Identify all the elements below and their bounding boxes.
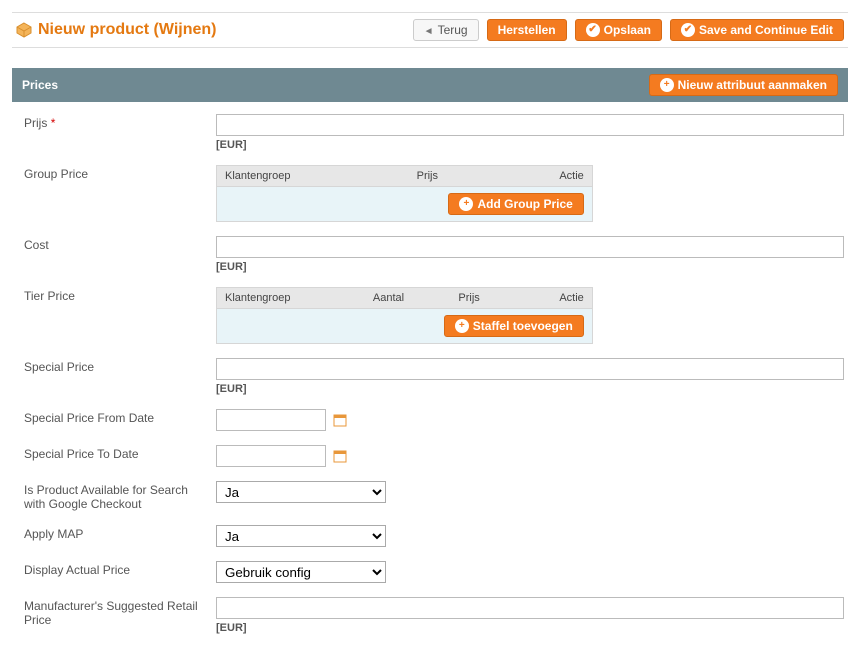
col-actie: Actie xyxy=(496,166,592,187)
col-klantengroep: Klantengroep xyxy=(217,166,409,187)
product-icon xyxy=(16,22,32,38)
label-msrp: Manufacturer's Suggested Retail Price xyxy=(16,597,216,627)
label-google-checkout: Is Product Available for Search with Goo… xyxy=(16,481,216,511)
currency-hint: [EUR] xyxy=(216,261,844,273)
label-tier-price: Tier Price xyxy=(16,287,216,303)
row-special-to: Special Price To Date xyxy=(16,445,844,467)
label-special-from: Special Price From Date xyxy=(16,409,216,425)
msrp-input[interactable] xyxy=(216,597,844,619)
row-apply-map: Apply MAP Ja xyxy=(16,525,844,547)
row-msrp: Manufacturer's Suggested Retail Price [E… xyxy=(16,597,844,634)
add-tier-price-button[interactable]: + Staffel toevoegen xyxy=(444,315,584,337)
calendar-icon[interactable] xyxy=(332,448,348,464)
check-icon: ✔ xyxy=(586,23,600,37)
col-klantengroep: Klantengroep xyxy=(217,288,365,309)
required-mark: * xyxy=(51,116,56,130)
header-buttons: Terug Herstellen ✔ Opslaan ✔ Save and Co… xyxy=(413,19,844,41)
add-tier-price-label: Staffel toevoegen xyxy=(473,319,573,333)
table-row: + Staffel toevoegen xyxy=(217,309,593,344)
row-cost: Cost [EUR] xyxy=(16,236,844,273)
save-button[interactable]: ✔ Opslaan xyxy=(575,19,662,41)
label-special-to: Special Price To Date xyxy=(16,445,216,461)
row-group-price: Group Price Klantengroep Prijs Actie + xyxy=(16,165,844,222)
special-price-input[interactable] xyxy=(216,358,844,380)
row-special-price: Special Price [EUR] xyxy=(16,358,844,395)
table-row: + Add Group Price xyxy=(217,187,593,222)
save-continue-button[interactable]: ✔ Save and Continue Edit xyxy=(670,19,844,41)
google-checkout-select[interactable]: Ja xyxy=(216,481,386,503)
new-attribute-button[interactable]: + Nieuw attribuut aanmaken xyxy=(649,74,838,96)
row-google-checkout: Is Product Available for Search with Goo… xyxy=(16,481,844,511)
group-price-table: Klantengroep Prijs Actie + Add Group Pri… xyxy=(216,165,593,222)
col-prijs: Prijs xyxy=(409,166,497,187)
page-title-block: Nieuw product (Wijnen) xyxy=(16,21,217,39)
page-header: Nieuw product (Wijnen) Terug Herstellen … xyxy=(12,12,848,48)
cost-input[interactable] xyxy=(216,236,844,258)
currency-hint: [EUR] xyxy=(216,622,844,634)
reset-button[interactable]: Herstellen xyxy=(487,19,567,41)
currency-hint: [EUR] xyxy=(216,383,844,395)
page-title: Nieuw product (Wijnen) xyxy=(38,21,217,39)
add-group-price-button[interactable]: + Add Group Price xyxy=(448,193,583,215)
plus-icon: + xyxy=(459,197,473,211)
row-display-actual: Display Actual Price Gebruik config xyxy=(16,561,844,583)
label-cost: Cost xyxy=(16,236,216,252)
form-area: Prijs * [EUR] Group Price Klantengroep P… xyxy=(12,102,848,652)
save-continue-button-label: Save and Continue Edit xyxy=(699,23,833,37)
apply-map-select[interactable]: Ja xyxy=(216,525,386,547)
label-group-price: Group Price xyxy=(16,165,216,181)
check-icon: ✔ xyxy=(681,23,695,37)
display-actual-select[interactable]: Gebruik config xyxy=(216,561,386,583)
label-special-price: Special Price xyxy=(16,358,216,374)
label-price: Prijs * xyxy=(16,114,216,130)
col-actie: Actie xyxy=(518,288,592,309)
plus-icon: + xyxy=(455,319,469,333)
section-title: Prices xyxy=(22,78,58,92)
back-button-label: Terug xyxy=(438,23,468,37)
new-attribute-label: Nieuw attribuut aanmaken xyxy=(678,78,827,92)
save-button-label: Opslaan xyxy=(604,23,651,37)
row-tier-price: Tier Price Klantengroep Aantal Prijs Act… xyxy=(16,287,844,344)
back-button[interactable]: Terug xyxy=(413,19,479,41)
back-arrow-icon xyxy=(424,23,434,37)
add-group-price-label: Add Group Price xyxy=(477,197,572,211)
table-header-row: Klantengroep Aantal Prijs Actie xyxy=(217,288,593,309)
row-price: Prijs * [EUR] xyxy=(16,114,844,151)
row-special-from: Special Price From Date xyxy=(16,409,844,431)
tier-price-table: Klantengroep Aantal Prijs Actie + Staffe… xyxy=(216,287,593,344)
reset-button-label: Herstellen xyxy=(498,23,556,37)
currency-hint: [EUR] xyxy=(216,139,844,151)
special-from-input[interactable] xyxy=(216,409,326,431)
plus-icon: + xyxy=(660,78,674,92)
col-aantal: Aantal xyxy=(365,288,450,309)
table-header-row: Klantengroep Prijs Actie xyxy=(217,166,593,187)
label-apply-map: Apply MAP xyxy=(16,525,216,541)
calendar-icon[interactable] xyxy=(332,412,348,428)
section-header: Prices + Nieuw attribuut aanmaken xyxy=(12,68,848,102)
price-input[interactable] xyxy=(216,114,844,136)
col-prijs: Prijs xyxy=(450,288,518,309)
label-display-actual: Display Actual Price xyxy=(16,561,216,577)
special-to-input[interactable] xyxy=(216,445,326,467)
